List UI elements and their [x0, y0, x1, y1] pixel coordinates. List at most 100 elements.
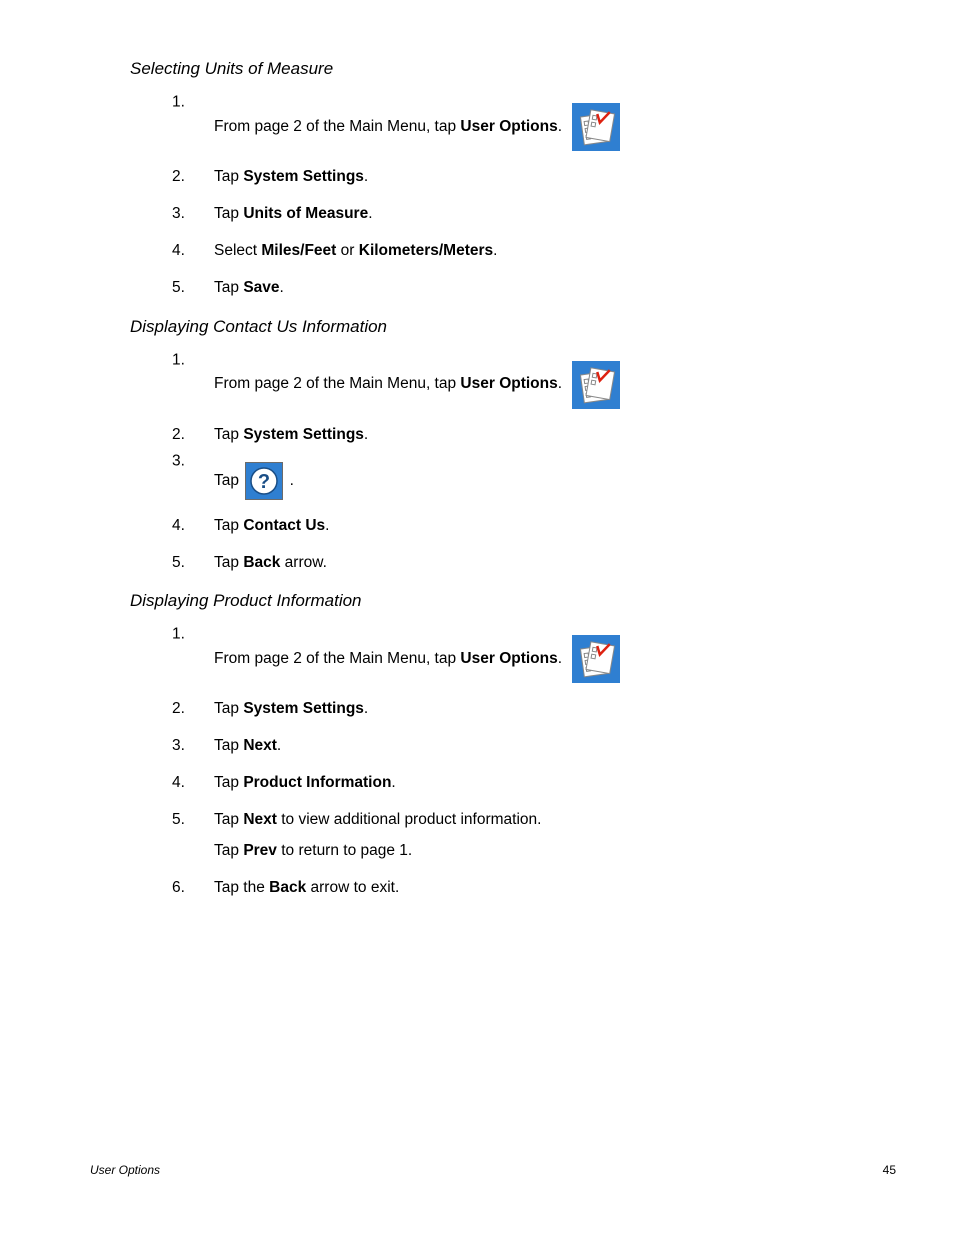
step-item: 3. Tap ? .	[172, 462, 864, 500]
step-number: 2.	[172, 699, 185, 720]
step-text: .	[493, 242, 497, 259]
step-item: 5. Tap Next to view additional product i…	[172, 810, 864, 862]
step-text: arrow to exit.	[306, 879, 399, 896]
footer-section: User Options	[90, 1163, 160, 1177]
step-number: 3.	[172, 736, 185, 757]
svg-text:?: ?	[258, 471, 270, 493]
step-item: 6. Tap the Back arrow to exit.	[172, 878, 864, 899]
step-number: 5.	[172, 810, 185, 831]
step-item: 1. From page 2 of the Main Menu, tap Use…	[172, 361, 864, 409]
step-text: Tap	[214, 774, 243, 791]
step-text: Tap	[214, 700, 243, 717]
step-bold: Contact Us	[243, 517, 325, 534]
step-bold: Save	[243, 279, 279, 296]
step-number: 1.	[172, 93, 185, 114]
step-text: From page 2 of the Main Menu, tap	[214, 118, 460, 135]
step-number: 2.	[172, 425, 185, 446]
step-bold: System Settings	[243, 700, 364, 717]
step-item: 3. Tap Next.	[172, 736, 864, 757]
step-bold: Kilometers/Meters	[359, 242, 493, 259]
step-item: 5. Tap Save.	[172, 278, 864, 299]
step-bold: Units of Measure	[243, 205, 368, 222]
step-text: From page 2 of the Main Menu, tap	[214, 375, 460, 392]
step-bold: Product Information	[243, 774, 391, 791]
step-number: 5.	[172, 553, 185, 574]
step-text: .	[558, 650, 562, 667]
step-bold: System Settings	[243, 426, 364, 443]
step-bold: Next	[243, 737, 277, 754]
step-text: .	[290, 472, 294, 489]
step-text: or	[336, 242, 358, 259]
user-options-icon	[572, 635, 620, 683]
step-text: From page 2 of the Main Menu, tap	[214, 650, 460, 667]
step-text: Tap	[214, 811, 243, 828]
step-item: 2. Tap System Settings.	[172, 425, 864, 446]
step-number: 4.	[172, 241, 185, 262]
step-text: .	[364, 168, 368, 185]
step-item: 4. Select Miles/Feet or Kilometers/Meter…	[172, 241, 864, 262]
step-number: 3.	[172, 451, 185, 472]
step-text: .	[277, 737, 281, 754]
step-text: Tap	[214, 168, 243, 185]
step-bold: User Options	[460, 650, 557, 667]
step-text: Tap	[214, 842, 243, 859]
step-text: .	[558, 118, 562, 135]
step-text: Tap	[214, 737, 243, 754]
step-item: 5. Tap Back arrow.	[172, 553, 864, 574]
section-heading: Selecting Units of Measure	[130, 59, 864, 79]
step-bold: Miles/Feet	[261, 242, 336, 259]
user-options-icon	[572, 361, 620, 409]
step-text: .	[280, 279, 284, 296]
step-number: 6.	[172, 878, 185, 899]
step-number: 4.	[172, 516, 185, 537]
step-text: Tap	[214, 554, 243, 571]
steps-list: 1. From page 2 of the Main Menu, tap Use…	[130, 103, 864, 299]
step-item: 4. Tap Product Information.	[172, 773, 864, 794]
step-text: Tap the	[214, 879, 269, 896]
section-heading: Displaying Product Information	[130, 591, 864, 611]
footer-page-number: 45	[883, 1163, 896, 1177]
step-item: 2. Tap System Settings.	[172, 167, 864, 188]
user-options-icon	[572, 103, 620, 151]
step-number: 3.	[172, 204, 185, 225]
step-text: to view additional product information.	[277, 811, 542, 828]
step-bold: Back	[243, 554, 280, 571]
step-text: .	[368, 205, 372, 222]
step-text: Tap	[214, 279, 243, 296]
steps-list: 1. From page 2 of the Main Menu, tap Use…	[130, 635, 864, 899]
step-text: Tap	[214, 205, 243, 222]
step-number: 2.	[172, 167, 185, 188]
step-extra: Tap Prev to return to page 1.	[214, 841, 864, 862]
step-text: arrow.	[280, 554, 327, 571]
step-text: .	[325, 517, 329, 534]
step-bold: Back	[269, 879, 306, 896]
step-bold: Next	[243, 811, 277, 828]
step-number: 1.	[172, 350, 185, 371]
section-heading: Displaying Contact Us Information	[130, 317, 864, 337]
step-text: .	[391, 774, 395, 791]
page: Selecting Units of Measure 1. From page …	[0, 0, 954, 1235]
step-bold: Prev	[243, 842, 277, 859]
step-item: 1. From page 2 of the Main Menu, tap Use…	[172, 635, 864, 683]
step-bold: User Options	[460, 118, 557, 135]
step-item: 4. Tap Contact Us.	[172, 516, 864, 537]
steps-list: 1. From page 2 of the Main Menu, tap Use…	[130, 361, 864, 574]
step-item: 3. Tap Units of Measure.	[172, 204, 864, 225]
step-text: .	[364, 700, 368, 717]
step-text: Tap	[214, 517, 243, 534]
step-bold: System Settings	[243, 168, 364, 185]
step-text: Select	[214, 242, 261, 259]
step-number: 4.	[172, 773, 185, 794]
step-item: 2. Tap System Settings.	[172, 699, 864, 720]
step-bold: User Options	[460, 375, 557, 392]
step-text: to return to page 1.	[277, 842, 412, 859]
step-item: 1. From page 2 of the Main Menu, tap Use…	[172, 103, 864, 151]
page-footer: User Options 45	[90, 1163, 896, 1177]
step-text: Tap	[214, 426, 243, 443]
step-text: Tap	[214, 472, 243, 489]
help-icon: ?	[245, 462, 283, 500]
step-number: 1.	[172, 625, 185, 646]
step-text: .	[558, 375, 562, 392]
step-text: .	[364, 426, 368, 443]
step-number: 5.	[172, 278, 185, 299]
